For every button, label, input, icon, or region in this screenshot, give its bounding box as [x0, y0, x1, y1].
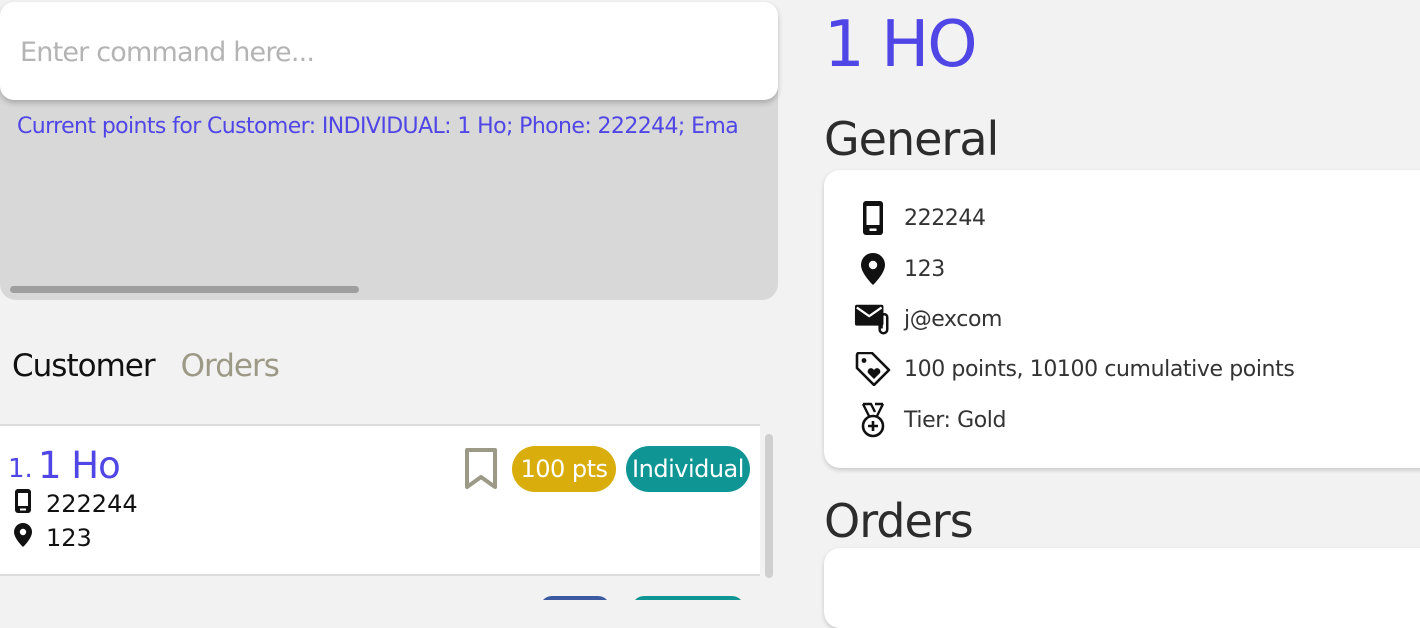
detail-tier-row: Tier: Gold — [854, 402, 1006, 438]
orders-section-title: Orders — [824, 494, 974, 548]
location-icon — [12, 522, 34, 554]
general-info-card: 222244 123 j@excom 100 points, 10100 cum… — [824, 170, 1420, 468]
detail-email-row: j@excom — [854, 302, 1002, 336]
command-input[interactable] — [20, 32, 760, 72]
customer-phone-row: 222244 — [12, 488, 138, 520]
customer-index: 1. — [8, 454, 33, 484]
location-icon — [854, 252, 892, 286]
general-section-title: General — [824, 112, 999, 166]
customer-address-row: 123 — [12, 522, 92, 554]
phone-icon — [12, 488, 34, 520]
customer-phone: 222244 — [46, 490, 138, 518]
detail-tier: Tier: Gold — [904, 407, 1007, 433]
customer-name: 1 Ho — [38, 444, 121, 487]
orders-card — [824, 548, 1420, 628]
medal-icon — [854, 402, 892, 438]
customer-address: 123 — [46, 524, 92, 552]
phone-icon — [854, 200, 892, 236]
vertical-scrollbar[interactable] — [765, 434, 773, 578]
detail-customer-name: 1 HO — [824, 8, 978, 82]
tab-orders[interactable]: Orders — [181, 348, 280, 384]
detail-phone-row: 222244 — [854, 200, 986, 236]
detail-email: j@excom — [904, 306, 1003, 332]
command-box — [0, 2, 778, 100]
customer-card[interactable]: 1. 1 Ho 222244 123 100 pts Individual — [0, 424, 773, 578]
detail-points-row: 100 points, 10100 cumulative points — [854, 352, 1295, 386]
tag-heart-icon — [854, 352, 892, 386]
email-icon — [854, 302, 892, 336]
next-card-badge-peek — [540, 596, 610, 600]
next-card-badge-peek — [632, 596, 744, 600]
horizontal-scrollbar[interactable] — [10, 286, 359, 293]
bookmark-icon[interactable] — [464, 448, 498, 494]
detail-address: 123 — [904, 256, 945, 282]
detail-phone: 222244 — [904, 205, 986, 231]
points-badge: 100 pts — [512, 446, 616, 492]
detail-address-row: 123 — [854, 252, 945, 286]
command-result-text: Current points for Customer: INDIVIDUAL:… — [17, 114, 739, 139]
tab-customer[interactable]: Customer — [12, 348, 156, 384]
customer-type-badge: Individual — [626, 446, 750, 492]
list-tabs: Customer Orders — [12, 348, 280, 384]
customer-list: 1. 1 Ho 222244 123 100 pts Individual — [0, 424, 778, 600]
detail-points: 100 points, 10100 cumulative points — [904, 356, 1295, 382]
